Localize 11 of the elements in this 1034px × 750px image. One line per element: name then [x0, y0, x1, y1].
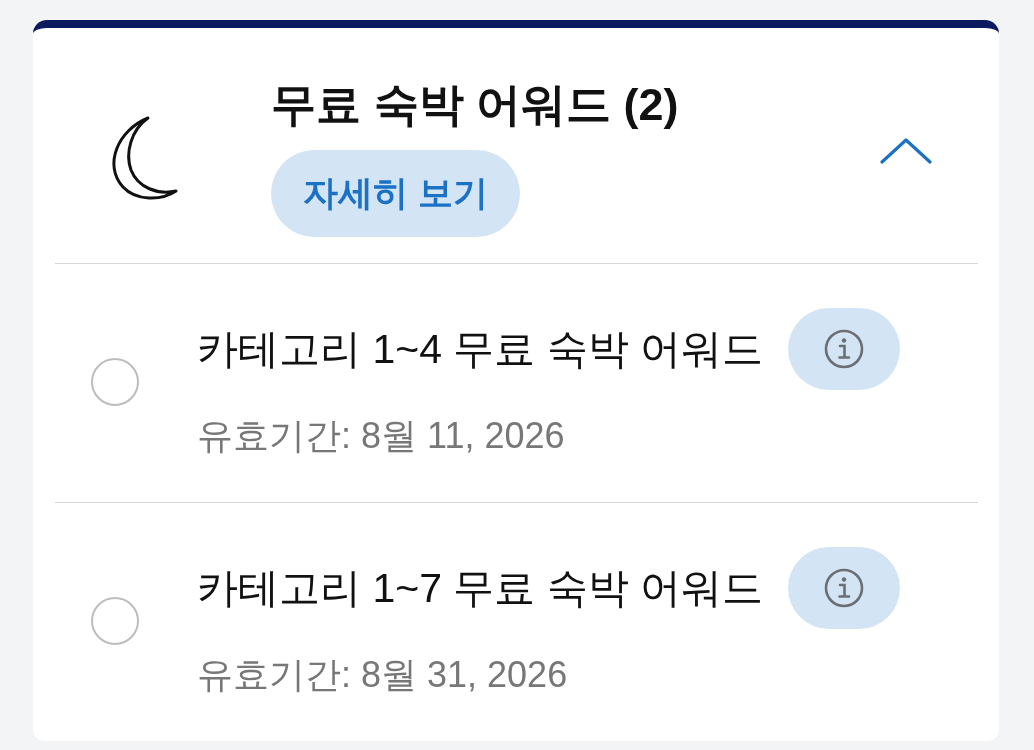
- validity-text: 유효기간: 8월 31, 2026: [197, 655, 568, 695]
- details-button[interactable]: 자세히 보기: [271, 150, 520, 237]
- validity-text: 유효기간: 8월 11, 2026: [197, 416, 565, 456]
- award-title: 카테고리 1~7 무료 숙박 어워드: [197, 565, 764, 611]
- info-icon: [824, 329, 865, 369]
- radio-button[interactable]: [91, 597, 139, 645]
- chevron-up-icon[interactable]: [880, 137, 932, 164]
- info-icon: [824, 568, 865, 608]
- radio-button[interactable]: [91, 358, 139, 406]
- section-title: 무료 숙박 어워드 (2): [271, 80, 679, 130]
- award-title: 카테고리 1~4 무료 숙박 어워드: [197, 326, 764, 372]
